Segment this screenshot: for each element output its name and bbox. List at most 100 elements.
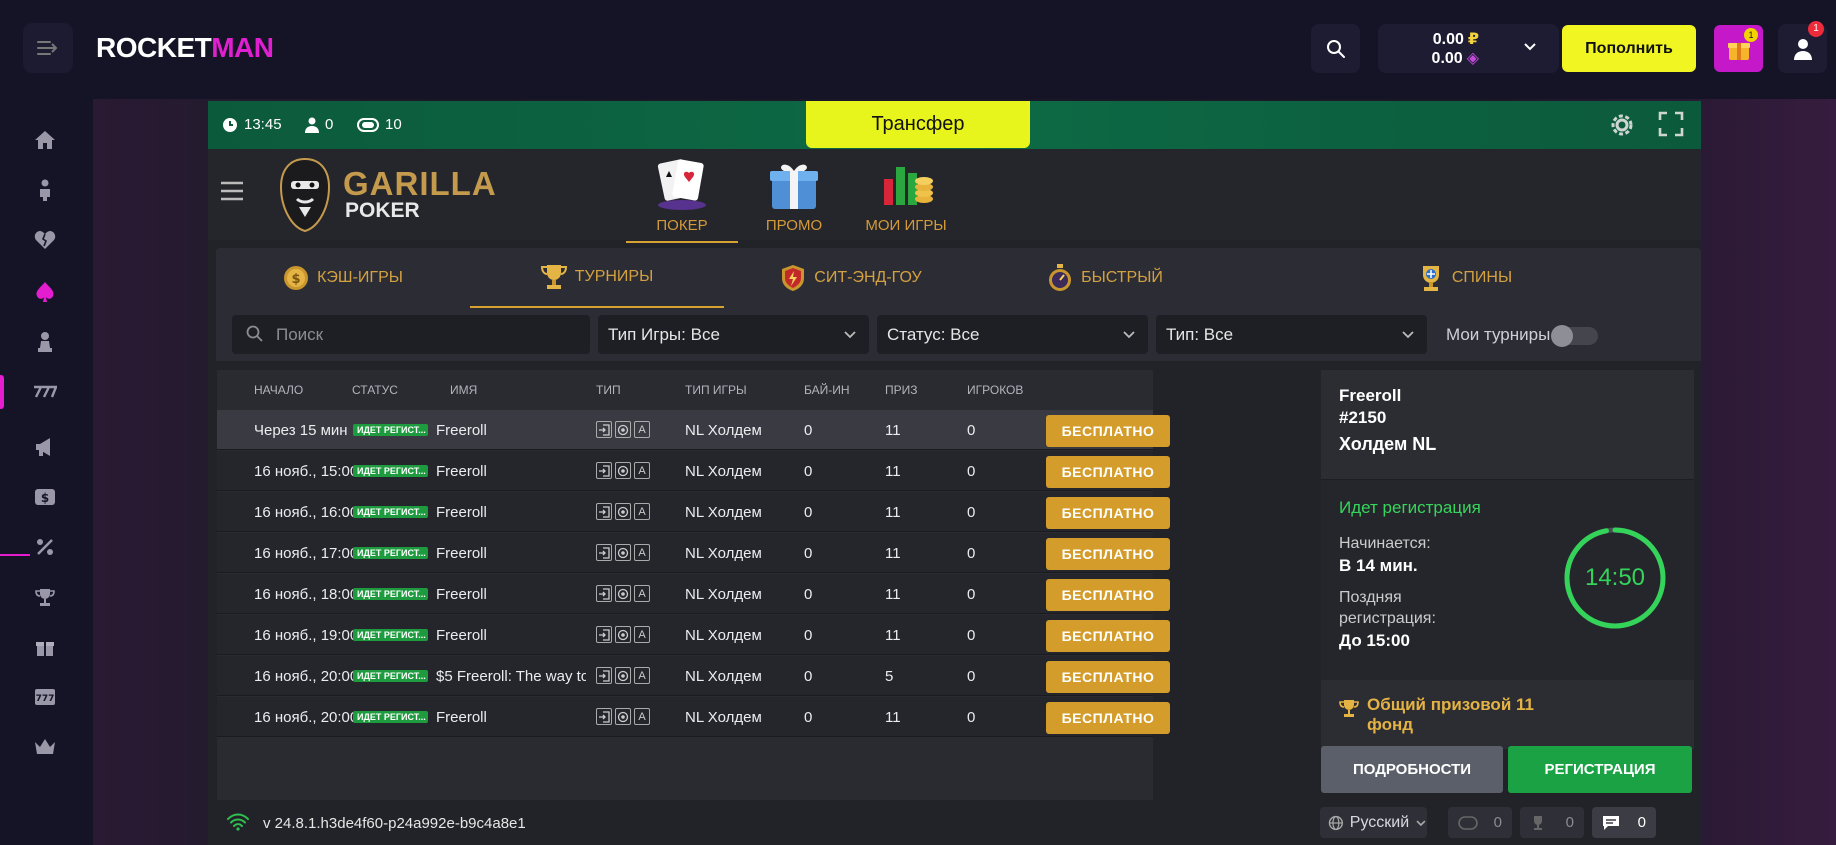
megaphone-icon[interactable]: [32, 434, 58, 460]
countdown-timer: 14:50: [1584, 564, 1646, 591]
toggle-knob: [1551, 325, 1573, 347]
trophy-counter[interactable]: 0: [1520, 807, 1584, 838]
late-reg-icon: [596, 421, 612, 438]
free-register-button[interactable]: БЕСПЛАТНО: [1046, 702, 1170, 734]
transfer-button[interactable]: Трансфер: [806, 101, 1030, 148]
deposit-button[interactable]: Пополнить: [1562, 25, 1696, 72]
gift-button[interactable]: 1: [1714, 25, 1763, 72]
game-type: NL Холдем: [685, 709, 762, 726]
start-time: 16 нояб., 18:00: [254, 586, 359, 603]
col-buyin[interactable]: БАЙ-ИН: [804, 383, 850, 397]
starts-label: Начинается:: [1339, 535, 1431, 552]
percent-icon[interactable]: [32, 534, 58, 560]
col-game-type[interactable]: ТИП ИГРЫ: [685, 383, 747, 397]
free-register-button[interactable]: БЕСПЛАТНО: [1046, 497, 1170, 529]
prize-label: Общий призовой: [1367, 695, 1512, 714]
start-time: 16 нояб., 20:00: [254, 668, 359, 685]
game-type: NL Холдем: [685, 668, 762, 685]
home-icon[interactable]: [32, 127, 58, 153]
free-register-button[interactable]: БЕСПЛАТНО: [1046, 620, 1170, 652]
status-select[interactable]: Статус: Все: [877, 315, 1148, 354]
nav-tab-my-games[interactable]: МОИ ИГРЫ: [850, 155, 962, 234]
chip-counter[interactable]: 0: [1448, 807, 1512, 838]
free-register-button[interactable]: БЕСПЛАТНО: [1046, 661, 1170, 693]
slot-777-icon[interactable]: 777: [32, 684, 58, 710]
details-body: Идет регистрация Начинается: В 14 мин. П…: [1321, 480, 1694, 680]
user-icon: [1793, 38, 1812, 60]
table-row[interactable]: 16 нояб., 18:00 ИДЕТ РЕГИСТ... Freeroll A NL…: [217, 574, 1170, 614]
chat-icon: [1603, 815, 1619, 830]
tab-cash-games[interactable]: $ КЭШ-ИГРЫ: [216, 248, 470, 308]
free-register-button[interactable]: БЕСПЛАТНО: [1046, 415, 1170, 447]
my-tournaments-toggle[interactable]: [1551, 325, 1598, 347]
details-button[interactable]: ПОДРОБНОСТИ: [1321, 746, 1503, 793]
col-prize[interactable]: ПРИЗ: [885, 383, 918, 397]
col-name[interactable]: ИМЯ: [450, 383, 477, 397]
chevron-down-icon: [1524, 43, 1536, 51]
table-row[interactable]: 16 нояб., 17:00 ИДЕТ РЕГИСТ... Freeroll A NL…: [217, 533, 1170, 573]
nav-tab-promo[interactable]: ПРОМО: [738, 155, 850, 234]
hamburger-menu-icon[interactable]: [220, 181, 244, 201]
spade-icon[interactable]: [32, 279, 58, 305]
chevron-down-icon: [844, 331, 856, 339]
trophy-icon[interactable]: [32, 584, 58, 610]
table-row[interactable]: 16 нояб., 15:00 ИДЕТ РЕГИСТ... Freeroll A NL…: [217, 451, 1170, 491]
chevron-down-icon: [1416, 819, 1426, 826]
search-button[interactable]: [1311, 24, 1360, 73]
table-row[interactable]: 16 нояб., 20:00 ИДЕТ РЕГИСТ... Freeroll A NL…: [217, 697, 1170, 737]
free-register-button[interactable]: БЕСПЛАТНО: [1046, 456, 1170, 488]
players: 0: [967, 422, 976, 439]
sevens-icon[interactable]: [32, 379, 58, 405]
language-select[interactable]: Русский: [1320, 807, 1427, 838]
col-status[interactable]: СТАТУС: [352, 383, 398, 397]
table-row[interactable]: Через 15 мин ИДЕТ РЕГИСТ... Freeroll A NL Хо…: [217, 410, 1170, 450]
table-row[interactable]: 16 нояб., 20:00 ИДЕТ РЕГИСТ... $5 Freeroll…: [217, 656, 1170, 696]
balance-dropdown[interactable]: 0.00 ₽ 0.00 ◈: [1378, 24, 1559, 73]
status-badge: ИДЕТ РЕГИСТ...: [353, 711, 428, 723]
crown-icon[interactable]: [32, 734, 58, 760]
nav-tab-label: ПОКЕР: [656, 217, 708, 234]
late-reg-icon: [596, 585, 612, 602]
type-select[interactable]: Тип: Все: [1156, 315, 1427, 354]
col-start[interactable]: НАЧАЛО: [254, 383, 303, 397]
free-register-button[interactable]: БЕСПЛАТНО: [1046, 579, 1170, 611]
auto-icon: A: [634, 462, 650, 479]
brand-garilla: GARILLA: [343, 165, 497, 202]
players: 0: [967, 504, 976, 521]
register-button[interactable]: РЕГИСТРАЦИЯ: [1508, 746, 1692, 793]
nav-tab-poker[interactable]: ПОКЕР: [626, 155, 738, 243]
rebuy-icon: [615, 708, 631, 725]
broken-heart-icon[interactable]: [32, 227, 58, 253]
fullscreen-icon[interactable]: [1658, 111, 1684, 137]
rocketman-logo[interactable]: ROCKETMAN: [96, 32, 274, 64]
free-register-button[interactable]: БЕСПЛАТНО: [1046, 538, 1170, 570]
filters-bar: Тип Игры: Все Статус: Все Тип: Все Мои т…: [216, 308, 1701, 361]
type-icons: A: [596, 626, 650, 643]
cash-icon[interactable]: $: [32, 484, 58, 510]
sidebar-toggle-button[interactable]: [23, 23, 73, 73]
prize: 11: [885, 586, 901, 603]
status-badge: ИДЕТ РЕГИСТ...: [353, 670, 428, 682]
prize-pool: Общий призовой 11 фонд: [1339, 695, 1534, 735]
gift-outline-icon[interactable]: [32, 634, 58, 660]
table-row[interactable]: 16 нояб., 16:00 ИДЕТ РЕГИСТ... Freeroll A NL…: [217, 492, 1170, 532]
status-badge: ИДЕТ РЕГИСТ...: [353, 465, 428, 477]
tab-tournaments[interactable]: ТУРНИРЫ: [470, 248, 724, 308]
search-input[interactable]: [276, 315, 576, 354]
person-icon[interactable]: [32, 177, 58, 203]
col-players[interactable]: ИГРОКОВ: [967, 383, 1023, 397]
table-row[interactable]: 16 нояб., 19:00 ИДЕТ РЕГИСТ... Freeroll A NL…: [217, 615, 1170, 655]
tab-spins[interactable]: СПИНЫ: [1230, 248, 1700, 308]
profile-button[interactable]: 1: [1778, 21, 1827, 73]
col-type[interactable]: ТИП: [596, 383, 621, 397]
chess-pawn-icon[interactable]: [32, 329, 58, 355]
chat-counter[interactable]: 0: [1592, 807, 1656, 838]
tab-label: КЭШ-ИГРЫ: [317, 269, 403, 286]
late-reg-value: До 15:00: [1339, 631, 1410, 650]
game-type-select[interactable]: Тип Игры: Все: [598, 315, 869, 354]
settings-gear-icon[interactable]: [1608, 111, 1636, 139]
type-icons: A: [596, 708, 650, 725]
tab-fast[interactable]: БЫСТРЫЙ: [978, 248, 1232, 308]
tab-sit-and-go[interactable]: СИТ-ЭНД-ГОУ: [724, 248, 978, 308]
menu-collapse-icon: [37, 41, 58, 55]
